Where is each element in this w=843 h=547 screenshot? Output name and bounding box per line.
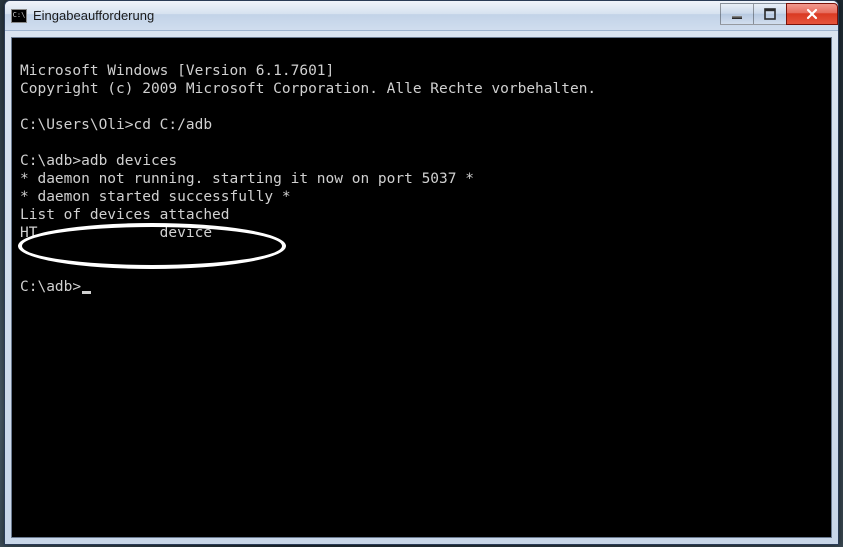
minimize-button[interactable] bbox=[720, 3, 754, 25]
console-output[interactable]: Microsoft Windows [Version 6.1.7601] Cop… bbox=[11, 37, 832, 538]
maximize-icon bbox=[764, 8, 776, 20]
minimize-icon bbox=[731, 8, 743, 20]
maximize-button[interactable] bbox=[753, 3, 787, 25]
console-line: C:\adb>adb devices bbox=[20, 153, 177, 169]
window-controls bbox=[721, 3, 838, 25]
app-icon-label: C:\ bbox=[13, 12, 26, 19]
console-prompt: C:\adb> bbox=[20, 279, 81, 295]
console-line: HT device bbox=[20, 225, 212, 241]
cursor bbox=[82, 291, 91, 294]
client-area: Microsoft Windows [Version 6.1.7601] Cop… bbox=[5, 31, 838, 544]
console-line: * daemon not running. starting it now on… bbox=[20, 171, 474, 187]
close-icon bbox=[805, 8, 819, 20]
close-button[interactable] bbox=[786, 3, 838, 25]
titlebar[interactable]: C:\ Eingabeaufforderung bbox=[5, 1, 838, 31]
command-prompt-window: C:\ Eingabeaufforderung bbox=[4, 0, 839, 545]
console-line: List of devices attached bbox=[20, 207, 230, 223]
console-line: * daemon started successfully * bbox=[20, 189, 291, 205]
console-line: Copyright (c) 2009 Microsoft Corporation… bbox=[20, 81, 596, 97]
window-title: Eingabeaufforderung bbox=[33, 8, 721, 23]
console-line: Microsoft Windows [Version 6.1.7601] bbox=[20, 63, 334, 79]
console-line: C:\Users\Oli>cd C:/adb bbox=[20, 117, 212, 133]
app-icon: C:\ bbox=[11, 9, 27, 23]
